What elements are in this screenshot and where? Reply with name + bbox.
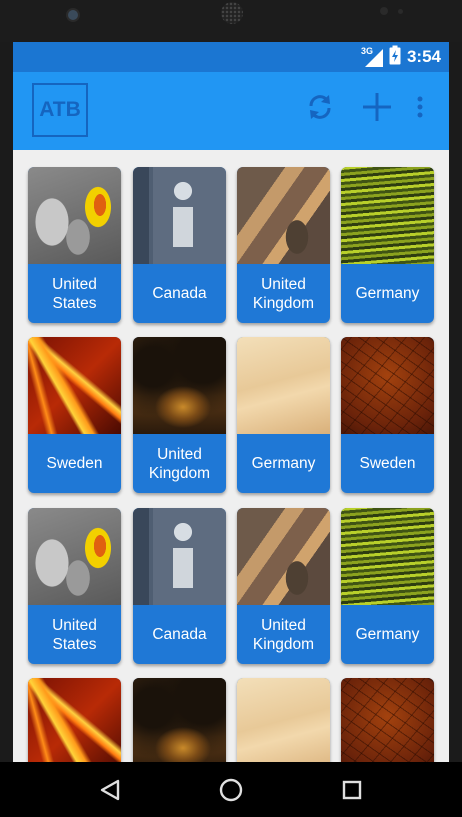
tile-label: Germany (355, 285, 420, 302)
country-tile[interactable]: Germany (237, 337, 330, 493)
tile-image (237, 167, 330, 264)
tile-label: Canada (152, 285, 207, 302)
tile-label: Germany (251, 455, 316, 472)
country-tile[interactable] (133, 678, 226, 762)
app-screen: 3G 3:54 ATB United States Canada United … (13, 42, 449, 762)
app-logo-text: ATB (39, 98, 81, 121)
add-icon[interactable] (359, 89, 395, 125)
tile-label: Germany (355, 626, 420, 643)
tile-image (133, 337, 226, 434)
network-type-label: 3G (360, 46, 373, 56)
tile-image (28, 678, 121, 762)
front-camera (66, 8, 80, 22)
signal-icon: 3G (360, 46, 383, 67)
tile-image (237, 508, 330, 605)
country-tile[interactable]: United Kingdom (133, 337, 226, 493)
tile-image (341, 337, 434, 434)
tile-image (237, 678, 330, 762)
tile-image (28, 508, 121, 605)
tile-label: Sweden (46, 455, 103, 472)
app-bar: ATB (13, 72, 449, 150)
country-tile[interactable]: Canada (133, 508, 226, 664)
tile-label: Sweden (359, 455, 416, 472)
country-tile[interactable]: Germany (341, 167, 434, 323)
refresh-icon[interactable] (302, 89, 338, 125)
light-sensor (398, 9, 403, 14)
country-tile[interactable]: United States (28, 508, 121, 664)
overflow-menu-icon[interactable] (405, 89, 435, 125)
country-tile[interactable]: Sweden (28, 337, 121, 493)
tile-label: Canada (152, 626, 207, 643)
tile-image (133, 678, 226, 762)
clock: 3:54 (406, 47, 441, 66)
tile-label: United States (52, 275, 97, 312)
tile-image (28, 167, 121, 264)
country-tile[interactable] (237, 678, 330, 762)
country-tile[interactable]: United Kingdom (237, 167, 330, 323)
navigation-bar (0, 762, 462, 817)
back-icon[interactable] (95, 775, 125, 805)
tile-image (341, 167, 434, 264)
battery-charging-icon (389, 45, 401, 70)
country-tile[interactable]: United States (28, 167, 121, 323)
device-bezel-top (0, 0, 462, 42)
app-logo: ATB (32, 83, 88, 137)
tile-image (28, 337, 121, 434)
tile-image (341, 508, 434, 605)
tile-image (341, 678, 434, 762)
status-bar: 3G 3:54 (13, 42, 449, 72)
proximity-sensor (380, 7, 388, 15)
tile-label: United Kingdom (148, 445, 211, 482)
home-icon[interactable] (216, 775, 246, 805)
country-tile[interactable] (341, 678, 434, 762)
tile-image (133, 508, 226, 605)
country-tile[interactable]: Germany (341, 508, 434, 664)
tile-label: United Kingdom (252, 275, 315, 312)
tile-label: United States (52, 616, 97, 653)
tile-image (237, 337, 330, 434)
tile-label: United Kingdom (252, 616, 315, 653)
country-tile[interactable] (28, 678, 121, 762)
tile-image (133, 167, 226, 264)
country-tile[interactable]: Sweden (341, 337, 434, 493)
country-tile[interactable]: United Kingdom (237, 508, 330, 664)
recents-icon[interactable] (337, 775, 367, 805)
country-tile[interactable]: Canada (133, 167, 226, 323)
earpiece-speaker (221, 2, 243, 24)
